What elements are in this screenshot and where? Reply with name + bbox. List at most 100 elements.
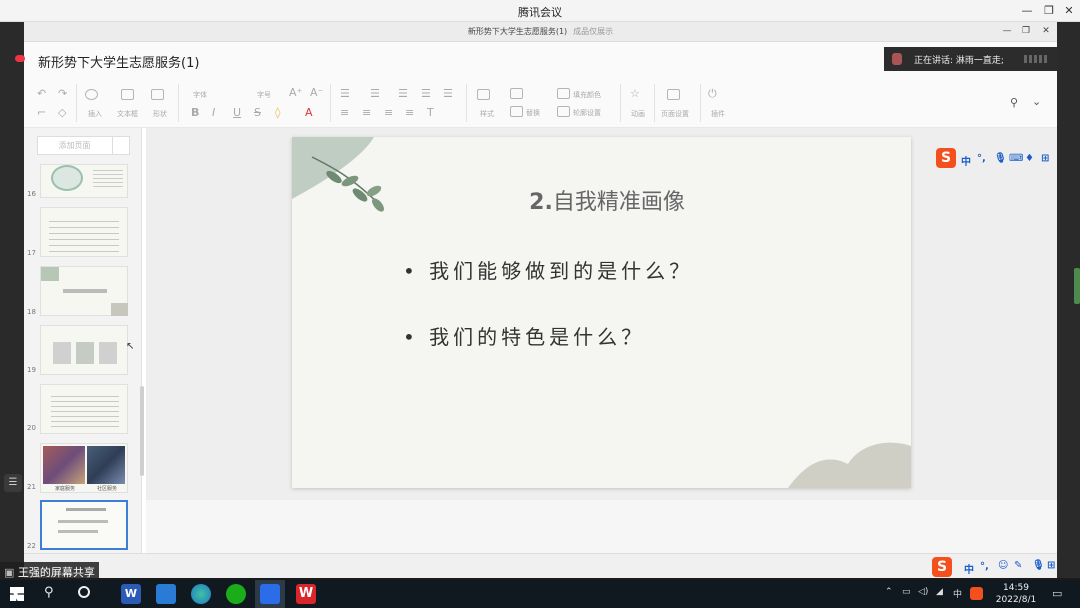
style-icon[interactable] (477, 89, 490, 100)
notification-icon[interactable]: ▭ (1052, 587, 1062, 600)
align-left-icon[interactable]: ≡ (340, 106, 349, 119)
shape-icon[interactable] (151, 89, 164, 100)
align-center-icon[interactable]: ≡ (362, 106, 371, 119)
ime-punctuation[interactable]: °, (977, 153, 986, 164)
ime-toolbox-icon[interactable]: ⊞ (1047, 560, 1055, 571)
chevron-down-icon[interactable]: ⌄ (1032, 95, 1041, 108)
tray-chevron-icon[interactable]: ⌃ (885, 587, 893, 597)
thumbnail-18[interactable] (40, 266, 128, 316)
tencent-meeting-icon[interactable] (260, 584, 280, 604)
indent-decrease-icon[interactable]: ☰ (398, 87, 408, 100)
toolbar-separator (620, 84, 621, 122)
format-painter-icon[interactable]: ⌐ (37, 106, 46, 119)
word-icon[interactable]: W (121, 584, 141, 604)
ime-emoji-icon[interactable]: ☺ (998, 560, 1008, 571)
insert-icon[interactable] (85, 89, 98, 100)
animation-label[interactable]: 动画 (631, 109, 645, 119)
animation-icon[interactable]: ☆ (630, 87, 640, 100)
outline-icon[interactable] (557, 106, 570, 117)
search-icon[interactable]: ⚲ (44, 585, 54, 600)
page-setup-label[interactable]: 页面设置 (661, 109, 689, 119)
edge-icon[interactable] (191, 584, 211, 604)
text-direction-icon[interactable]: T (427, 106, 434, 119)
thumbnail-16[interactable] (40, 164, 128, 198)
outline-label[interactable]: 轮廓设置 (573, 108, 601, 118)
cortana-icon[interactable] (78, 586, 90, 598)
redo-icon[interactable]: ↷ (58, 87, 67, 100)
slide-title[interactable]: 2.自我精准画像 (292, 184, 922, 216)
thumbnail-21[interactable]: 家庭服务 社区服务 (40, 443, 128, 493)
screen-share-label: ▣ 王强的屏幕共享 (0, 562, 99, 580)
ime-chinese-mode[interactable]: 中 (964, 561, 974, 576)
font-select[interactable]: 字体 (193, 90, 207, 100)
indent-increase-icon[interactable]: ☰ (421, 87, 431, 100)
highlight-icon[interactable]: ◊ (275, 106, 280, 119)
tray-ime-mode[interactable]: 中 (953, 587, 962, 600)
ime-keyboard-icon[interactable]: ⌨ (1009, 153, 1023, 164)
style-label[interactable]: 样式 (480, 109, 494, 119)
plugin-icon[interactable]: ⏻ (708, 87, 717, 101)
line-spacing-icon[interactable]: ☰ (443, 87, 453, 100)
font-size-select[interactable]: 字号 (257, 90, 271, 100)
notes-area[interactable] (146, 500, 1057, 553)
sogou-tray-icon[interactable] (970, 587, 983, 600)
minimize-button[interactable]: — (1018, 3, 1036, 19)
ime-pen-icon[interactable]: ✎ (1014, 560, 1022, 571)
mail-icon[interactable] (156, 584, 176, 604)
network-icon[interactable]: ◢ (936, 587, 943, 597)
wps-icon[interactable]: W (296, 584, 316, 604)
thumbnail-20[interactable] (40, 384, 128, 434)
wps-minimize-button[interactable]: — (1000, 24, 1014, 38)
italic-icon[interactable]: I (212, 106, 215, 119)
fill-label[interactable]: 填充颜色 (573, 90, 601, 100)
strikethrough-icon[interactable]: S (254, 106, 261, 119)
font-color-icon[interactable]: A (305, 106, 313, 119)
document-name[interactable]: 新形势下大学生志愿服务(1) (38, 52, 199, 71)
thumbnail-22-selected[interactable] (40, 500, 128, 550)
replace-icon[interactable] (510, 106, 523, 117)
font-shrink-icon[interactable]: A⁻ (310, 86, 323, 99)
undo-icon[interactable]: ↶ (37, 87, 46, 100)
numbered-list-icon[interactable]: ☰ (370, 87, 380, 100)
restore-button[interactable]: ❐ (1040, 3, 1058, 19)
ime-chinese-mode[interactable]: 中 (961, 153, 971, 168)
ime-skin-icon[interactable]: ♦ (1025, 153, 1034, 164)
ime-punctuation[interactable]: °, (980, 561, 989, 572)
battery-icon[interactable]: ▭ (902, 587, 911, 597)
sogou-ime-icon[interactable]: S (936, 148, 956, 168)
panel-handle[interactable] (1074, 268, 1080, 304)
eraser-icon[interactable]: ◇ (58, 106, 66, 119)
slide-bullet[interactable]: • 我们的特色是什么？ (403, 321, 645, 350)
insert-label[interactable]: 插入 (88, 109, 102, 119)
bold-icon[interactable]: B (191, 106, 199, 119)
fill-color-icon[interactable] (557, 88, 570, 99)
sogou-ime-icon[interactable]: S (932, 557, 952, 577)
page-setup-icon[interactable] (667, 89, 680, 100)
ime-toolbox-icon[interactable]: ⊞ (1041, 153, 1049, 164)
wps-restore-button[interactable]: ❐ (1019, 24, 1033, 38)
slide-bullet[interactable]: • 我们能够做到的是什么？ (403, 255, 693, 284)
textbox-label[interactable]: 文本框 (117, 109, 138, 119)
search-icon[interactable]: ⚲ (1010, 96, 1018, 109)
underline-icon[interactable]: U (233, 106, 241, 119)
ime-voice-icon[interactable]: 🎙 (1032, 560, 1045, 571)
wps-close-button[interactable]: ✕ (1039, 24, 1053, 38)
wechat-icon[interactable] (226, 584, 246, 604)
volume-icon[interactable]: ◁) (918, 587, 928, 597)
replace-label[interactable]: 替换 (526, 108, 540, 118)
close-button[interactable]: ✕ (1060, 3, 1078, 19)
align-right-icon[interactable]: ≡ (384, 106, 393, 119)
thumbnail-19[interactable] (40, 325, 128, 375)
shape-label[interactable]: 形状 (153, 109, 167, 119)
font-grow-icon[interactable]: A⁺ (289, 86, 302, 99)
thumbnail-scrollbar[interactable] (140, 386, 144, 476)
thumbnail-17[interactable] (40, 207, 128, 257)
bullet-list-icon[interactable]: ☰ (340, 87, 350, 100)
ime-voice-icon[interactable]: 🎙 (994, 153, 1007, 164)
justify-icon[interactable]: ≡ (405, 106, 414, 119)
member-list-icon[interactable]: ☰ (4, 474, 22, 492)
plugin-label[interactable]: 插件 (711, 109, 725, 119)
clock[interactable]: 14:59 2022/8/1 (990, 582, 1042, 606)
arrange-icon[interactable] (510, 88, 523, 99)
textbox-icon[interactable] (121, 89, 134, 100)
